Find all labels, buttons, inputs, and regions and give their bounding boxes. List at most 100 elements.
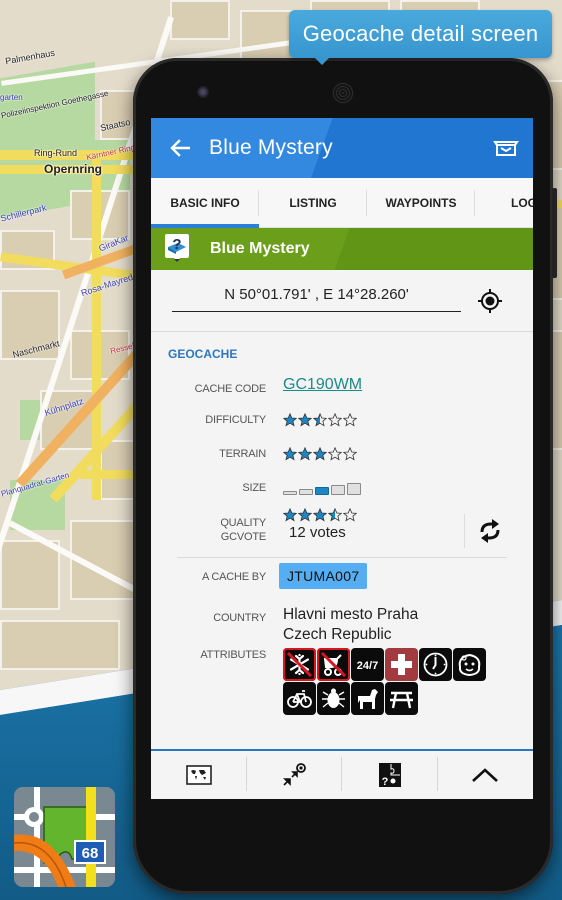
star-filled-icon <box>283 447 297 461</box>
cache-box-icon <box>493 141 519 156</box>
tab-listing[interactable]: LISTING <box>259 178 367 227</box>
star-empty-icon <box>343 508 357 522</box>
show-on-map-button[interactable] <box>151 751 247 799</box>
app-logo: 68 <box>14 787 115 887</box>
no-stroller-icon[interactable] <box>317 648 350 681</box>
coordinates-row: N 50°01.791' , E 14°28.260' <box>151 270 533 332</box>
size-label: SIZE <box>242 482 266 494</box>
size-box <box>315 487 329 495</box>
map-label: Opernring <box>44 162 103 176</box>
cache-box-button[interactable] <box>491 133 521 163</box>
speaker-grille <box>332 82 354 104</box>
front-camera <box>197 86 209 98</box>
mystery-cache-icon: ? <box>165 234 189 262</box>
star-half-icon <box>313 413 327 427</box>
svg-text:24/7: 24/7 <box>357 660 378 672</box>
map-icon <box>185 765 212 785</box>
refresh-icon[interactable] <box>477 518 503 544</box>
bottom-toolbar: ? <box>151 749 533 799</box>
svg-text:?: ? <box>172 236 181 253</box>
expand-button[interactable] <box>438 751 534 799</box>
cache-header: ? Blue Mystery <box>151 228 533 270</box>
available-24-7-icon[interactable]: 24/7 <box>351 648 384 681</box>
page-title: Blue Mystery <box>209 136 333 159</box>
quality-value: 12 votes <box>283 508 357 541</box>
quality-label: QUALITY <box>220 517 266 529</box>
votes-count: 12 votes <box>289 524 346 541</box>
puzzle-icon: ? <box>378 763 401 788</box>
puzzle-solver-button[interactable]: ? <box>342 751 438 799</box>
cache-code-link[interactable]: GC190WM <box>283 376 362 394</box>
svg-text:68: 68 <box>82 845 99 862</box>
star-filled-icon <box>298 447 312 461</box>
difficulty-label: DIFFICULTY <box>205 414 266 426</box>
size-indicator <box>283 479 361 495</box>
star-half-icon <box>328 508 342 522</box>
map-label: Palmenhaus <box>4 47 56 67</box>
star-empty-icon <box>343 447 357 461</box>
difficulty-stars <box>283 413 357 427</box>
map-label: Ring-Rund <box>34 148 78 158</box>
coordinates-field[interactable]: N 50°01.791' , E 14°28.260' <box>172 286 461 312</box>
tab-label: LOG <box>511 195 533 210</box>
attributes-label: ATTRIBUTES <box>200 649 266 661</box>
country-text: Czech Republic <box>283 626 392 643</box>
divider <box>464 514 465 548</box>
callout-text: Geocache detail screen <box>302 21 539 46</box>
cache-name: Blue Mystery <box>210 240 310 257</box>
locus-map-logo-icon: 68 <box>14 787 115 887</box>
cache-code-label: CACHE CODE <box>194 383 267 395</box>
section-title-geocache: GEOCACHE <box>168 347 238 361</box>
tab-log[interactable]: LOG <box>475 178 533 227</box>
tab-label: LISTING <box>289 195 337 210</box>
star-filled-icon <box>313 508 327 522</box>
star-empty-icon <box>343 413 357 427</box>
tab-bar: BASIC INFO LISTING WAYPOINTS LOG <box>151 178 533 228</box>
navigate-button[interactable] <box>247 751 343 799</box>
star-filled-icon <box>313 447 327 461</box>
svg-text:?: ? <box>381 776 388 788</box>
bicycles-icon[interactable] <box>283 682 316 715</box>
star-filled-icon <box>298 413 312 427</box>
map-label: garten <box>0 93 23 102</box>
owner-label: A CACHE BY <box>201 571 266 583</box>
app-screen: Blue Mystery BASIC INFO LISTING WAYPOINT… <box>151 118 533 799</box>
attributes-grid: 24/7 <box>283 648 493 715</box>
terrain-stars <box>283 447 357 461</box>
size-box <box>331 485 345 495</box>
tab-label: BASIC INFO <box>170 195 240 210</box>
no-winter-icon[interactable] <box>283 648 316 681</box>
feature-callout: Geocache detail screen <box>289 10 552 65</box>
size-box <box>347 483 361 495</box>
takes-less-than-hour-icon[interactable] <box>419 648 452 681</box>
tab-basic-info[interactable]: BASIC INFO <box>151 178 259 228</box>
divider <box>177 557 507 558</box>
crosshair-icon[interactable] <box>477 288 503 314</box>
picnic-table-icon[interactable] <box>385 682 418 715</box>
country-value: Hlavni mesto Praha Czech Republic <box>283 605 418 645</box>
country-label: COUNTRY <box>213 612 266 624</box>
gcvote-label: GCVOTE <box>220 531 266 543</box>
app-bar: Blue Mystery <box>151 118 533 178</box>
first-aid-icon[interactable] <box>385 648 418 681</box>
tab-waypoints[interactable]: WAYPOINTS <box>367 178 475 227</box>
arrow-left-icon <box>170 139 190 157</box>
kid-friendly-icon[interactable] <box>453 648 486 681</box>
ticks-icon[interactable] <box>317 682 350 715</box>
quality-row: QUALITY GCVOTE 12 votes <box>151 508 533 554</box>
region-text: Hlavni mesto Praha <box>283 606 419 623</box>
size-box <box>283 491 297 495</box>
quality-stars <box>283 508 357 522</box>
star-empty-icon <box>328 413 342 427</box>
star-empty-icon <box>328 447 342 461</box>
tab-label: WAYPOINTS <box>385 195 457 210</box>
owner-chip[interactable]: JTUMA007 <box>279 563 368 589</box>
terrain-label: TERRAIN <box>219 448 266 460</box>
chevron-up-icon <box>472 768 499 782</box>
star-filled-icon <box>283 413 297 427</box>
navigate-icon <box>283 763 307 786</box>
star-filled-icon <box>283 508 297 522</box>
dogs-allowed-icon[interactable] <box>351 682 384 715</box>
back-button[interactable] <box>151 118 209 178</box>
star-filled-icon <box>298 508 312 522</box>
